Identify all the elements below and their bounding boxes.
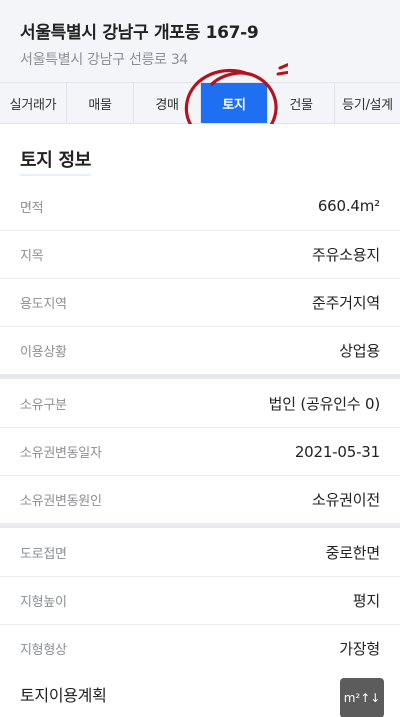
row-area: 면적 660.4m² [0,182,400,230]
tab-building[interactable]: 건물 [268,83,335,123]
row-label: 소유권변동원인 [20,494,102,509]
row-value: 법인 (공유인수 0) [268,394,381,413]
row-value: 소유권이전 [311,491,380,509]
row-value: 중로한면 [325,543,381,562]
address-sub: 서울특별시 강남구 선릉로 34 [20,52,189,68]
row-label: 소유구분 [20,397,67,413]
row-label: 지형형상 [20,643,67,658]
row-terrain-height: 지형높이 평지 [0,576,400,624]
tab-bar: 실거래가 매물 경매 토지 건물 등기/설계 [0,82,400,124]
row-land-category: 지목 주유소용지 [0,230,400,278]
land-use-plan-title: 토지이용계획 [20,686,107,705]
row-label: 이용상황 [20,345,67,360]
address-main: 서울특별시 강남구 개포동 167-9 [20,23,259,43]
row-value: 상업용 [339,342,380,360]
row-label: 지목 [20,249,44,264]
row-label: 면적 [20,200,44,216]
row-label: 소유권변동일자 [20,446,102,461]
tab-land[interactable]: 토지 [201,83,268,123]
info-group-terrain: 도로접면 중로한면 지형높이 평지 지형형상 가장형 [0,528,400,672]
info-group-land: 면적 660.4m² 지목 주유소용지 용도지역 준주거지역 이용상황 상업용 [0,182,400,374]
unit-toggle-button[interactable]: m²↑↓ [340,678,384,717]
section-title: 토지 정보 [20,146,91,176]
land-info-list: 면적 660.4m² 지목 주유소용지 용도지역 준주거지역 이용상황 상업용 … [0,182,400,677]
row-value: 준주거지역 [311,294,380,312]
row-road-frontage: 도로접면 중로한면 [0,528,400,576]
row-ownership-change-cause: 소유권변동원인 소유권이전 [0,475,400,523]
row-ownership-type: 소유구분 법인 (공유인수 0) [0,379,400,427]
row-value: 가장형 [339,640,380,658]
row-usage: 이용상황 상업용 [0,326,400,374]
section-header: 토지 정보 [0,124,400,182]
row-label: 도로접면 [20,546,67,562]
row-zoning: 용도지역 준주거지역 [0,278,400,326]
row-value: 주유소용지 [311,246,380,264]
row-ownership-change-date: 소유권변동일자 2021-05-31 [0,427,400,475]
info-group-ownership: 소유구분 법인 (공유인수 0) 소유권변동일자 2021-05-31 소유권변… [0,379,400,523]
land-use-plan-row: 토지이용계획 m²↑↓ [0,671,400,717]
row-value: 660.4m² [317,197,380,215]
tab-listings[interactable]: 매물 [67,83,134,123]
row-label: 용도지역 [20,297,67,312]
row-value: 평지 [352,592,380,610]
row-label: 지형높이 [20,595,67,610]
row-value: 2021-05-31 [294,442,380,461]
tab-registry-design[interactable]: 등기/설계 [335,83,400,123]
address-header: 서울특별시 강남구 개포동 167-9 서울특별시 강남구 선릉로 34 [0,0,400,82]
row-terrain-shape: 지형형상 가장형 [0,624,400,672]
tab-transaction-price[interactable]: 실거래가 [0,83,67,123]
tab-auction[interactable]: 경매 [134,83,201,123]
